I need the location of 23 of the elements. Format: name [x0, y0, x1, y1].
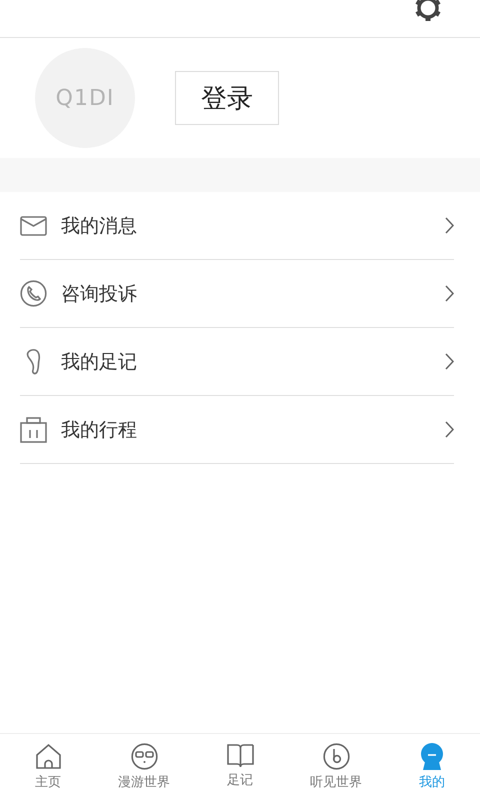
chevron-right-icon	[445, 285, 454, 302]
nav-tab[interactable]: 主页	[0, 734, 96, 800]
chevron-right-icon	[445, 217, 454, 234]
suitcase-icon	[20, 416, 47, 442]
nav-tab[interactable]: 听见世界	[288, 734, 384, 800]
phone-icon	[20, 280, 47, 307]
menu-item[interactable]: 我的足记	[20, 328, 454, 396]
chevron-right-icon	[445, 353, 454, 370]
menu-item[interactable]: 我的行程	[20, 396, 454, 464]
open-book-icon	[226, 743, 254, 768]
login-button[interactable]: 登录	[175, 71, 279, 125]
nav-tab[interactable]: 足记	[192, 734, 288, 800]
envelope-icon	[20, 216, 47, 236]
chevron-right-icon	[445, 421, 454, 438]
glasses-face-icon	[130, 743, 158, 770]
avatar-logo: Q1DI	[35, 48, 135, 148]
settings-icon[interactable]	[414, 0, 442, 22]
house-icon	[34, 743, 62, 770]
menu-item[interactable]: 我的消息	[20, 192, 454, 260]
music-disc-icon	[322, 743, 350, 770]
user-icon	[420, 743, 444, 770]
menu-item[interactable]: 咨询投诉	[20, 260, 454, 328]
nav-tab[interactable]: 漫游世界	[96, 734, 192, 800]
